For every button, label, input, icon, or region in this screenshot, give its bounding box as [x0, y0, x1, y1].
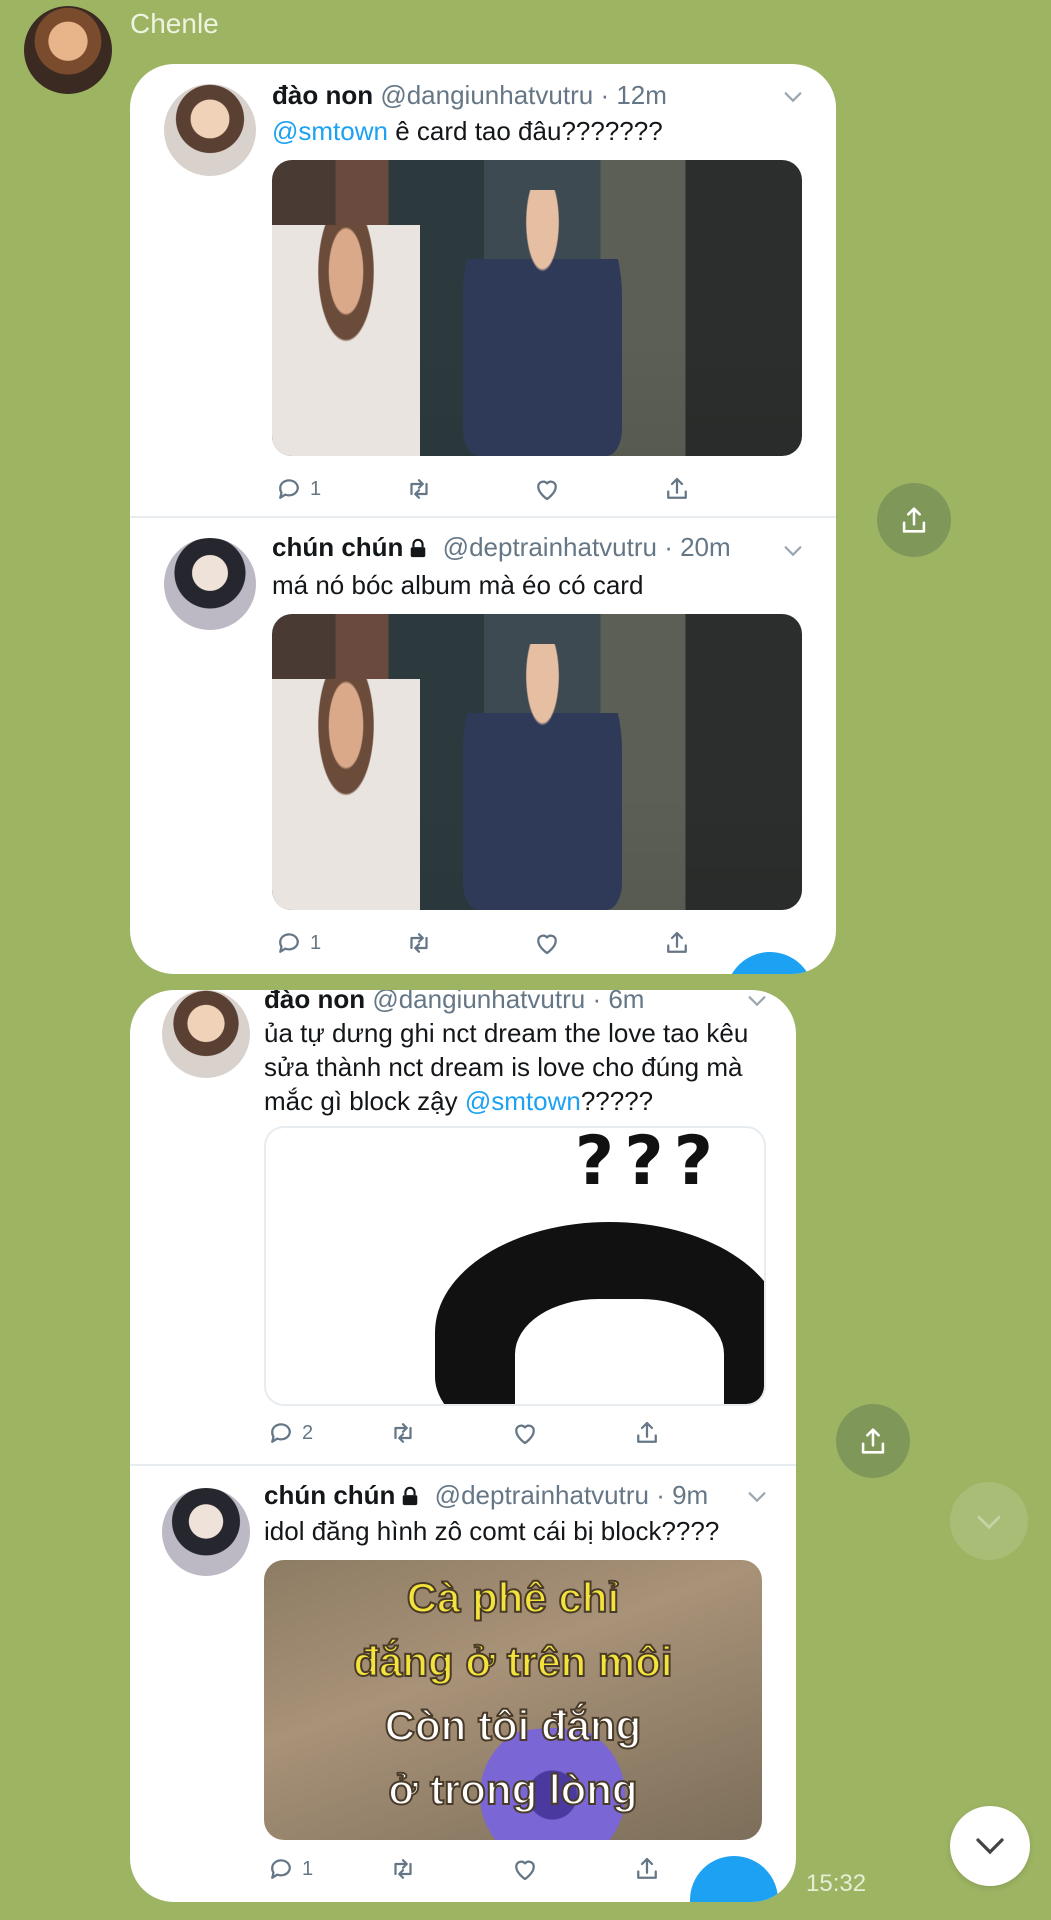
reply-button[interactable]: 2 — [266, 1418, 313, 1448]
reply-icon — [279, 933, 299, 953]
share-icon — [667, 931, 687, 953]
lock-icon — [411, 538, 426, 558]
retweet-button[interactable] — [388, 1418, 418, 1448]
share-icon — [861, 1428, 885, 1454]
reply-count: 1 — [302, 1857, 314, 1880]
heart-icon — [515, 1860, 535, 1881]
tweet-header: chún chún @deptrainhatvutru · 9m — [264, 1480, 708, 1511]
like-button[interactable] — [510, 1418, 540, 1448]
tweet-card[interactable]: chún chún @deptrainhatvutru · 20m má nó … — [130, 518, 836, 974]
tweet-header: đào non @dangiunhatvutru · 12m — [272, 80, 667, 111]
chevron-down-icon — [976, 1838, 1004, 1855]
retweet-icon — [394, 1859, 412, 1879]
retweet-icon — [394, 1423, 412, 1443]
share-icon — [667, 477, 687, 499]
mention-link[interactable]: @smtown — [465, 1086, 581, 1116]
retweet-button[interactable] — [404, 474, 434, 504]
sender-avatar[interactable] — [24, 6, 112, 94]
tweet-card[interactable]: đào non @dangiunhatvutru · 6m ủa tự dưng… — [130, 990, 796, 1464]
display-name[interactable]: chún chún — [264, 1480, 395, 1510]
tweet-text: idol đăng hình zô comt cái bị block???? — [264, 1516, 720, 1546]
sender-name: Chenle — [130, 8, 219, 39]
chevron-down-icon[interactable] — [746, 990, 768, 1012]
tweet-text: @smtown ê card tao đâu??????? — [272, 116, 663, 146]
like-button[interactable] — [510, 1854, 540, 1884]
forward-button[interactable] — [877, 483, 951, 557]
tweet-card[interactable]: đào non @dangiunhatvutru · 12m @smtown ê… — [130, 64, 836, 516]
tweet-image[interactable] — [272, 160, 802, 456]
avatar[interactable] — [164, 538, 256, 630]
user-handle[interactable]: @dangiunhatvutru — [380, 80, 593, 110]
share-icon — [637, 1857, 657, 1879]
reply-icon — [279, 479, 299, 499]
like-button[interactable] — [532, 928, 562, 958]
user-handle[interactable]: @deptrainhatvutru — [443, 532, 657, 562]
share-icon — [902, 507, 926, 533]
tweet-time: · 20m — [664, 532, 731, 562]
reply-button[interactable]: 1 — [266, 1854, 313, 1884]
tweet-image[interactable] — [272, 614, 802, 910]
reply-count: 1 — [310, 477, 322, 500]
user-handle[interactable]: @dangiunhatvutru — [372, 990, 585, 1014]
like-button[interactable] — [532, 474, 562, 504]
tweet-actions: 2 — [266, 1418, 786, 1454]
tweet-text: má nó bóc album mà éo có card — [272, 570, 644, 600]
message-timestamp: 15:32 — [806, 1870, 867, 1897]
tweet-actions: 1 — [274, 928, 814, 964]
image-person-left — [272, 679, 421, 910]
tweet-actions: 1 — [274, 474, 814, 510]
reply-button[interactable]: 1 — [274, 474, 321, 504]
image-person-left — [272, 225, 421, 456]
lock-icon — [403, 1486, 418, 1506]
tweet-image[interactable]: ??? — [264, 1126, 766, 1406]
share-tweet-button[interactable] — [632, 1854, 662, 1884]
reply-count: 1 — [310, 931, 322, 954]
chevron-down-icon[interactable] — [782, 540, 804, 562]
scroll-to-bottom-button[interactable] — [950, 1806, 1030, 1886]
tweet-header: đào non @dangiunhatvutru · 6m — [264, 990, 644, 1015]
tweet-time: · 6m — [592, 990, 645, 1014]
tweet-card[interactable]: chún chún @deptrainhatvutru · 9m idol đă… — [130, 1466, 796, 1902]
tweet-text: ủa tự dưng ghi nct dream the love tao kê… — [264, 1018, 749, 1116]
image-person-center — [462, 643, 622, 910]
question-marks: ??? — [574, 1126, 724, 1202]
share-tweet-button[interactable] — [632, 1418, 662, 1448]
reply-icon — [271, 1859, 291, 1879]
cartoon-face — [515, 1299, 725, 1404]
reply-icon — [271, 1423, 291, 1443]
avatar[interactable] — [162, 1488, 250, 1576]
tweet-share-bubble-2[interactable]: đào non @dangiunhatvutru · 6m ủa tự dưng… — [130, 990, 796, 1902]
retweet-button[interactable] — [404, 928, 434, 958]
tweet-header: chún chún @deptrainhatvutru · 20m — [272, 532, 731, 563]
image-caption: Cà phê chỉ đắng ở trên môi Còn tôi đắng … — [352, 1573, 673, 1814]
share-tweet-button[interactable] — [662, 928, 692, 958]
heart-icon — [515, 1424, 535, 1445]
retweet-icon — [410, 479, 428, 499]
tweet-share-bubble-1[interactable]: đào non @dangiunhatvutru · 12m @smtown ê… — [130, 64, 836, 974]
image-person-center — [462, 189, 622, 456]
chevron-down-icon — [977, 1515, 1001, 1530]
user-handle[interactable]: @deptrainhatvutru — [435, 1480, 649, 1510]
display-name[interactable]: đào non — [272, 80, 373, 110]
chevron-down-icon[interactable] — [746, 1486, 768, 1508]
reply-count: 2 — [302, 1421, 314, 1444]
forward-button[interactable] — [836, 1404, 910, 1478]
avatar[interactable] — [164, 84, 256, 176]
retweet-button[interactable] — [388, 1854, 418, 1884]
chevron-down-icon[interactable] — [782, 86, 804, 108]
share-icon — [637, 1421, 657, 1443]
tweet-time: · 9m — [656, 1480, 709, 1510]
scroll-down-hint — [950, 1482, 1028, 1560]
tweet-image[interactable]: Cà phê chỉ đắng ở trên môi Còn tôi đắng … — [264, 1560, 762, 1840]
tweet-time: · 12m — [600, 80, 667, 110]
reply-button[interactable]: 1 — [274, 928, 321, 958]
display-name[interactable]: chún chún — [272, 532, 403, 562]
avatar[interactable] — [162, 990, 250, 1078]
heart-icon — [537, 480, 557, 501]
share-tweet-button[interactable] — [662, 474, 692, 504]
mention-link[interactable]: @smtown — [272, 116, 388, 146]
retweet-icon — [410, 933, 428, 953]
heart-icon — [537, 934, 557, 955]
display-name[interactable]: đào non — [264, 990, 365, 1014]
